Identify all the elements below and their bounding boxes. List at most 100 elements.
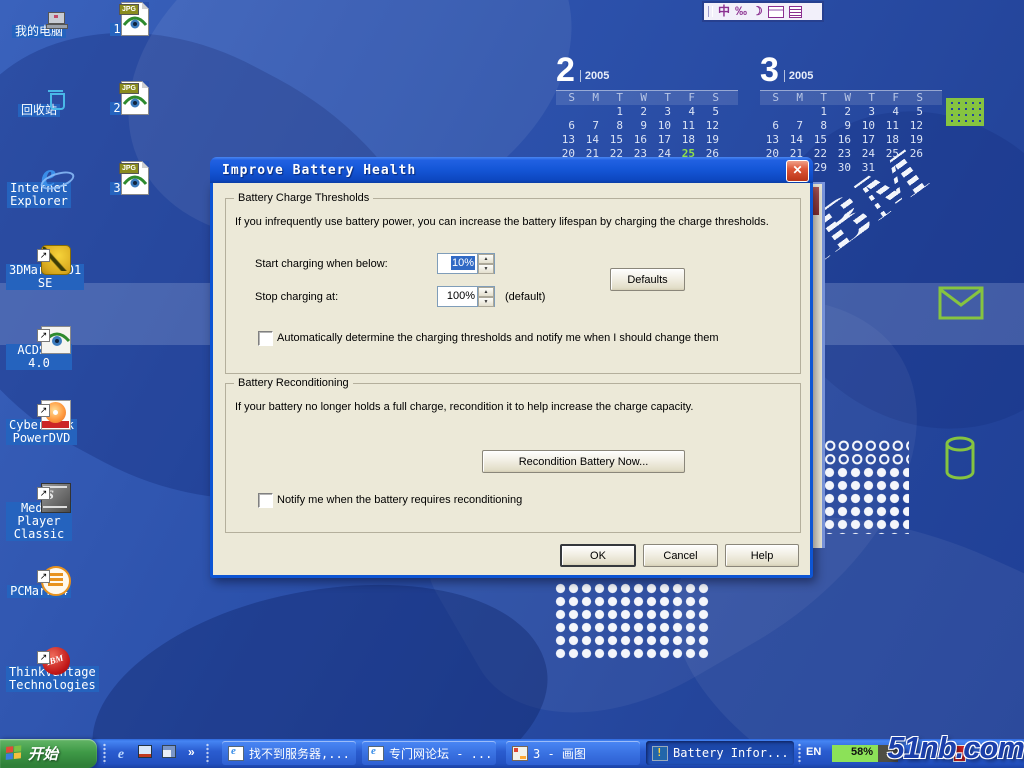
recondition-battery-button[interactable]: Recondition Battery Now... bbox=[482, 450, 685, 473]
start-button[interactable]: 开始 bbox=[0, 739, 97, 768]
ok-button[interactable]: OK bbox=[560, 544, 636, 567]
calendar-day: T bbox=[856, 91, 880, 105]
task-button-forum[interactable]: e 专门网论坛 - ... bbox=[362, 741, 496, 765]
auto-determine-checkbox[interactable] bbox=[258, 331, 273, 346]
desktop-file-jpg-2[interactable]: JPG 2 bbox=[92, 81, 142, 117]
task-button-paint[interactable]: 3 - 画图 bbox=[506, 741, 640, 765]
desktop-icon-acdsee[interactable]: ↗ ACDSee 4.0 bbox=[6, 323, 72, 372]
calendar-day: 11 bbox=[676, 119, 700, 133]
calendar-day bbox=[784, 105, 808, 119]
wallpaper-mail-icon bbox=[938, 286, 984, 320]
desktop-icon-thinkvantage[interactable]: IBM ↗ ThinkVantage Technologies bbox=[6, 645, 72, 694]
shortcut-arrow-icon: ↗ bbox=[37, 570, 50, 583]
quicklaunch-internet-explorer-icon[interactable]: e bbox=[112, 744, 130, 762]
notify-reconditioning-checkbox[interactable] bbox=[258, 493, 273, 508]
ime-fullwidth-moon-icon[interactable]: ☽ bbox=[752, 4, 763, 19]
desktop-file-jpg-3[interactable]: JPG 3 bbox=[92, 161, 142, 197]
calendar-month-title: 3 2005 bbox=[760, 52, 942, 86]
cancel-button[interactable]: Cancel bbox=[643, 544, 718, 567]
desktop-icon-recycle-bin[interactable]: 回收站 bbox=[6, 83, 72, 119]
calendar-day: 26 bbox=[904, 147, 928, 161]
calendar-week-row: 6789101112 bbox=[556, 119, 738, 133]
spinner-up-button[interactable]: ▲ bbox=[478, 287, 494, 297]
task-label: 3 - 画图 bbox=[533, 745, 586, 762]
calendar-day: 3 bbox=[652, 105, 676, 119]
ime-chinese-toggle-icon[interactable]: 中 bbox=[718, 4, 730, 19]
calendar-day: 4 bbox=[676, 105, 700, 119]
defaults-button[interactable]: Defaults bbox=[610, 268, 685, 291]
calendar-day: 9 bbox=[832, 119, 856, 133]
calendar-day: 19 bbox=[700, 133, 724, 147]
desktop-file-jpg-1[interactable]: JPG 1 bbox=[92, 2, 142, 38]
calendar-month-number: 2 bbox=[556, 54, 575, 86]
calendar-day: W bbox=[832, 91, 856, 105]
desktop-icon-media-player-classic[interactable]: s ↗ Media Player Classic bbox=[6, 481, 72, 543]
calendar-day: 9 bbox=[628, 119, 652, 133]
battery-warning-icon: ! bbox=[652, 746, 668, 761]
close-button[interactable]: ✕ bbox=[786, 160, 809, 182]
desktop-icon-powerdvd[interactable]: ↗ CyberLink PowerDVD bbox=[6, 398, 72, 447]
battery-meter[interactable]: 58% bbox=[832, 745, 898, 762]
calendar-day: M bbox=[580, 91, 604, 105]
dialog-title: Improve Battery Health bbox=[210, 163, 416, 178]
taskbar-separator bbox=[103, 743, 106, 764]
quicklaunch-show-desktop-icon[interactable] bbox=[160, 744, 178, 762]
calendar-day: 1 bbox=[808, 105, 832, 119]
calendar-day: 8 bbox=[808, 119, 832, 133]
calendar-day: 2 bbox=[832, 105, 856, 119]
wallpaper-keyboard-icon bbox=[946, 98, 984, 126]
tray-icon-red[interactable] bbox=[953, 745, 966, 762]
language-indicator[interactable]: EN bbox=[806, 746, 821, 758]
task-button-battery-information[interactable]: ! Battery Infor... bbox=[646, 741, 794, 765]
calendar-day: W bbox=[628, 91, 652, 105]
calendar-month-title: 2 2005 bbox=[556, 52, 738, 86]
desktop-icon-pcmark04[interactable]: ↗ PCMark04 bbox=[6, 564, 72, 600]
start-label: 开始 bbox=[28, 743, 58, 764]
desktop-icon-internet-explorer[interactable]: e Internet Explorer bbox=[6, 161, 72, 210]
calendar-day: 19 bbox=[904, 133, 928, 147]
calendar-day: 16 bbox=[832, 133, 856, 147]
desktop-icon-my-computer[interactable]: 我的电脑 bbox=[6, 4, 72, 40]
shortcut-arrow-icon: ↗ bbox=[37, 651, 50, 664]
wallpaper-cylinder-icon bbox=[944, 436, 976, 480]
calendar-day: S bbox=[700, 91, 724, 105]
calendar-day bbox=[556, 105, 580, 119]
calendar-week-row: 13141516171819 bbox=[760, 133, 942, 147]
calendar-day: 23 bbox=[832, 147, 856, 161]
calendar-day: 5 bbox=[700, 105, 724, 119]
calendar-day: 3 bbox=[856, 105, 880, 119]
calendar-day bbox=[880, 161, 904, 175]
dialog-titlebar[interactable]: Improve Battery Health ✕ bbox=[210, 157, 813, 183]
ime-menu-icon[interactable] bbox=[789, 6, 802, 18]
calendar-header-row: SMTWTFS bbox=[760, 90, 942, 105]
calendar-day: 4 bbox=[880, 105, 904, 119]
desktop-icon-3dmark2001[interactable]: ↗ 3DMark2001 SE bbox=[6, 243, 72, 292]
task-button-server-not-found[interactable]: e 找不到服务器,... bbox=[222, 741, 356, 765]
dots-pattern bbox=[554, 582, 711, 661]
calendar-day: F bbox=[676, 91, 700, 105]
improve-battery-health-dialog: Improve Battery Health ✕ Battery Charge … bbox=[210, 183, 813, 578]
calendar-year: 2005 bbox=[784, 70, 813, 82]
eye-graphic bbox=[123, 94, 147, 109]
start-charging-label: Start charging when below: bbox=[255, 258, 388, 271]
calendar-day: 17 bbox=[652, 133, 676, 147]
calendar-day: 18 bbox=[880, 133, 904, 147]
ime-language-bar[interactable]: 中 ‰ ☽ bbox=[702, 1, 824, 22]
calendar-day: 5 bbox=[904, 105, 928, 119]
calendar-day: 17 bbox=[856, 133, 880, 147]
spinner-up-button[interactable]: ▲ bbox=[478, 254, 494, 264]
calendar-day: 1 bbox=[604, 105, 628, 119]
quicklaunch-browser-icon[interactable] bbox=[136, 744, 154, 762]
stop-charging-spinner[interactable]: 100% ▲ ▼ bbox=[437, 286, 495, 307]
spinner-down-button[interactable]: ▼ bbox=[478, 297, 494, 307]
ime-drag-handle[interactable] bbox=[708, 6, 713, 17]
quicklaunch-overflow-chevron[interactable]: » bbox=[188, 745, 195, 759]
calendar-week-row: 13141516171819 bbox=[556, 133, 738, 147]
ime-keyboard-icon[interactable] bbox=[768, 6, 784, 18]
help-button[interactable]: Help bbox=[725, 544, 799, 567]
ime-punctuation-icon[interactable]: ‰ bbox=[735, 4, 747, 19]
calendar-day: 7 bbox=[784, 119, 808, 133]
calendar-header-row: SMTWTFS bbox=[556, 90, 738, 105]
spinner-down-button[interactable]: ▼ bbox=[478, 264, 494, 274]
start-charging-spinner[interactable]: 10% ▲ ▼ bbox=[437, 253, 495, 274]
